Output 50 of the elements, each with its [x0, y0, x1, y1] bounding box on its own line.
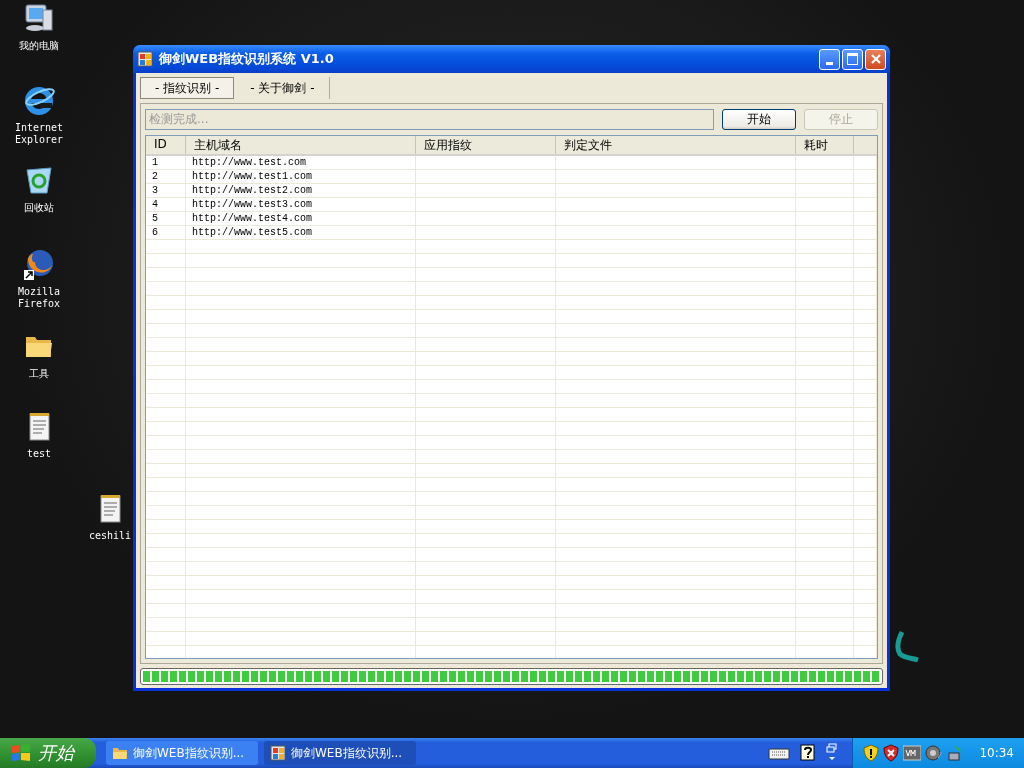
desktop-icon-label[interactable]: Internet Explorer	[8, 122, 70, 146]
table-cell: http://www.test3.com	[186, 198, 416, 211]
table-cell: http://www.test.com	[186, 156, 416, 169]
table-cell: 4	[146, 198, 186, 211]
column-header[interactable]: 主机域名	[186, 136, 416, 154]
table-cell: http://www.test4.com	[186, 212, 416, 225]
desktop-icon-label[interactable]: 工具	[29, 368, 49, 380]
app-icon	[137, 51, 153, 67]
desktop-icon-label[interactable]: Mozilla Firefox	[8, 286, 70, 310]
fox-globe-icon[interactable]	[23, 248, 55, 280]
taskbar-button[interactable]: 御剑WEB指纹识别...	[106, 741, 258, 765]
table-cell: 6	[146, 226, 186, 239]
maximize-button[interactable]	[842, 48, 863, 70]
table-cell: http://www.test5.com	[186, 226, 416, 239]
tab[interactable]: - 指纹识别 -	[140, 77, 235, 99]
recycle-bin-icon[interactable]	[23, 164, 55, 196]
folder-icon	[112, 745, 128, 761]
computer-icon[interactable]	[23, 2, 55, 34]
desktop-icon-label[interactable]: 我的电脑	[19, 40, 59, 52]
desktop-icon-label[interactable]: 回收站	[24, 202, 54, 214]
shield-icon[interactable]	[863, 744, 880, 762]
help-icon[interactable]	[800, 744, 817, 762]
table-cell: 1	[146, 156, 186, 169]
start-button[interactable]: 开始	[0, 738, 96, 768]
table-cell: 5	[146, 212, 186, 225]
keyboard-icon[interactable]	[768, 746, 791, 760]
shield-icon[interactable]	[883, 744, 900, 762]
vm-icon[interactable]	[903, 745, 922, 761]
table-cell: http://www.test1.com	[186, 170, 416, 183]
desktop-icon-label[interactable]: ceshili	[88, 530, 132, 542]
windows-flag-icon	[10, 743, 32, 763]
column-header[interactable]: ID	[146, 136, 186, 154]
column-header[interactable]: 判定文件	[556, 136, 796, 154]
table-cell: 2	[146, 170, 186, 183]
close-button[interactable]	[865, 48, 886, 70]
app-icon	[270, 745, 286, 761]
close-icon	[869, 53, 882, 65]
desktop-icon-label[interactable]: test	[26, 448, 52, 460]
browser-e-icon[interactable]	[23, 84, 55, 116]
table-cell: http://www.test2.com	[186, 184, 416, 197]
column-header[interactable]: 耗时	[796, 136, 854, 154]
table-cell: 3	[146, 184, 186, 197]
window-title: 御剑WEB指纹识别系统 V1.0	[159, 50, 335, 68]
column-header[interactable]: 应用指纹	[416, 136, 556, 154]
taskbar-button[interactable]: 御剑WEB指纹识别...	[264, 741, 416, 765]
clock: 10:34	[979, 746, 1014, 760]
speaker-icon[interactable]	[925, 744, 944, 762]
action-button[interactable]: 开始	[722, 109, 796, 130]
restore-arrow-icon[interactable]	[826, 743, 839, 763]
minimize-button[interactable]	[819, 48, 840, 70]
